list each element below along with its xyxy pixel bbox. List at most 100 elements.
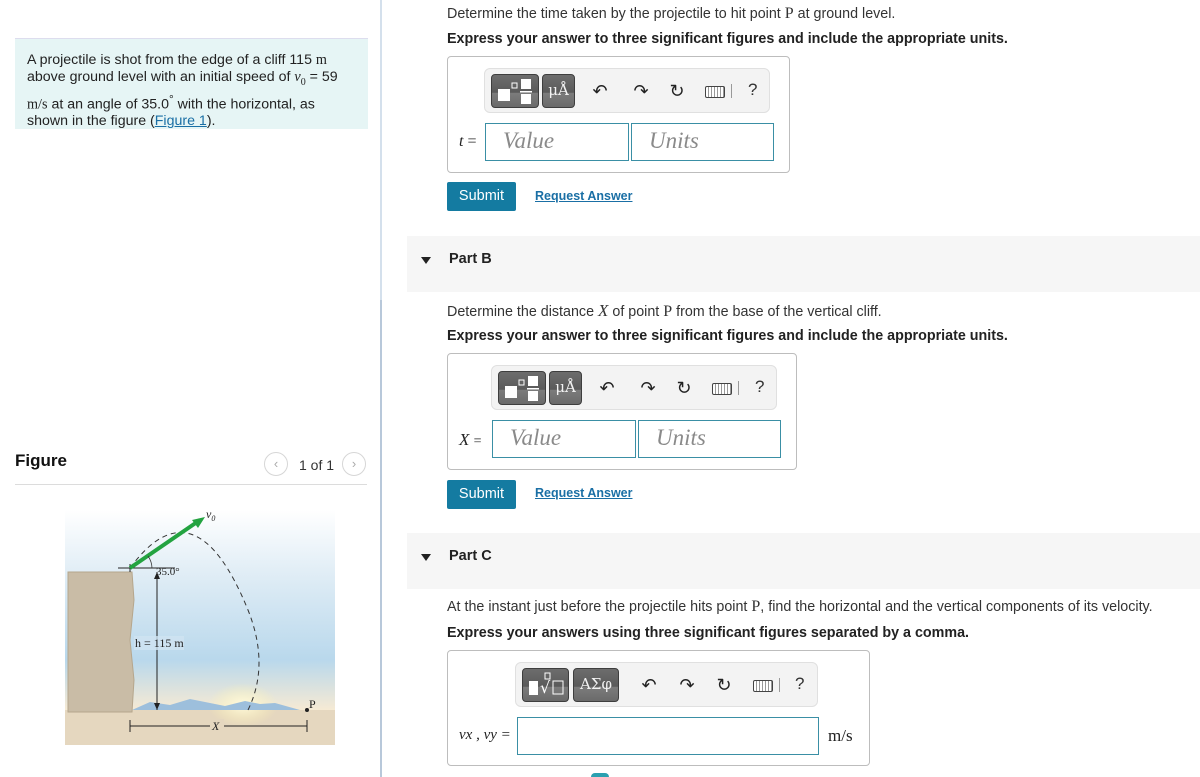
request-answer-link[interactable]: Request Answer [535,486,632,500]
previous-figure-button[interactable]: ‹ [264,452,288,476]
problem-pane: A projectile is shot from the edge of a … [0,0,380,777]
part-b-question: Determine the distance X of point P from… [447,301,882,321]
figure-link[interactable]: Figure 1 [155,113,207,129]
math-toolbar: μÅ ↶ ↷ ↻ ? [484,68,770,113]
keyboard-icon[interactable] [712,383,732,395]
undo-icon[interactable]: ↶ [597,377,617,399]
question-text: Determine the distance [447,304,598,320]
help-icon[interactable]: ? [748,80,757,100]
part-b-answer-box: μÅ ↶ ↷ ↻ ? X = Value Units [447,353,797,470]
v0-label-subscript: 0 [211,514,215,523]
templates-button[interactable] [498,371,546,405]
velocity-unit-label: m/s [828,726,853,745]
mu-angstrom-icon: μÅ [555,378,576,396]
intro-text: ). [206,113,216,130]
point-symbol: P [663,303,673,320]
toolbar-separator [738,381,739,395]
variable-x: X [459,430,470,449]
redo-icon[interactable]: ↷ [677,674,697,696]
velocity-components-input[interactable] [517,717,819,755]
unit-m: m [315,52,327,68]
divider [15,484,367,485]
part-a-question: Determine the time taken by the projecti… [447,5,895,23]
keyboard-icon[interactable] [753,680,773,692]
figure-page-indicator: 1 of 1 [299,457,335,473]
keyboard-icon[interactable] [705,86,725,98]
var-x: X [598,301,609,320]
cliff [67,571,135,713]
value-input[interactable]: Value [492,420,636,458]
math-toolbar: √ ΑΣφ ↶ ↷ ↻ ? [515,662,818,707]
fraction-template-icon [498,79,532,104]
part-a-instruction: Express your answer to three significant… [447,31,1008,47]
reset-icon[interactable]: ↻ [714,674,734,696]
equals-sign: = [473,434,482,449]
math-toolbar: μÅ ↶ ↷ ↻ ? [491,365,777,410]
part-a-answer-box: μÅ ↶ ↷ ↻ ? t = Value Units [447,56,790,173]
equals-sign: = [467,133,477,150]
question-text: at ground level. [793,6,896,22]
units-input[interactable]: Units [638,420,781,458]
intro-text: A projectile is shot from the edge of a … [27,52,316,68]
templates-button[interactable] [491,74,539,108]
units-symbols-button[interactable]: μÅ [549,371,582,405]
point-symbol: P [751,598,761,615]
help-icon[interactable]: ? [795,674,804,694]
collapse-triangle-icon[interactable] [421,554,431,561]
svg-text:√: √ [540,678,551,697]
variable-t: t [459,133,464,150]
problem-statement: A projectile is shot from the edge of a … [15,38,368,129]
fraction-template-icon [505,376,539,401]
questions-pane: Determine the time taken by the projecti… [382,0,1200,777]
submit-button[interactable]: Submit [447,480,516,509]
help-icon[interactable]: ? [755,377,764,397]
request-answer-link[interactable]: Request Answer [535,189,632,203]
intro-text: at an angle of 35.0 [47,96,169,113]
question-text: At the instant just before the projectil… [447,599,752,615]
answer-variable-label: t = [459,133,476,151]
undo-icon[interactable]: ↶ [590,80,610,102]
toolbar-separator [731,84,732,98]
chevron-right-icon: › [351,456,357,471]
ground [65,710,335,745]
toolbar-separator [779,678,780,692]
collapse-triangle-icon[interactable] [421,257,431,264]
part-b-title: Part B [449,251,492,267]
undo-icon[interactable]: ↶ [639,674,659,696]
v0-label: v0 [206,507,215,523]
part-c-instruction: Express your answers using three signifi… [447,625,970,641]
point-p-label: P [309,697,316,711]
scroll-indicator [591,773,609,777]
part-c-answer-box: √ ΑΣφ ↶ ↷ ↻ ? vx , vy = m/s [447,650,870,766]
greek-letters-button[interactable]: ΑΣφ [573,668,619,702]
part-c-header[interactable]: Part C [407,533,1200,589]
next-figure-button[interactable]: › [342,452,366,476]
redo-icon[interactable]: ↷ [638,377,658,399]
question-text: Determine the time taken by the projecti… [447,6,785,22]
templates-button[interactable]: √ [522,668,569,702]
value-input[interactable]: Value [485,123,629,161]
speed-unit: m/s [27,96,48,113]
distance-label: X [211,719,220,733]
redo-icon[interactable]: ↷ [631,80,651,102]
figure-heading: Figure [15,451,67,470]
part-c-question: At the instant just before the projectil… [447,598,1153,616]
answer-variable-label: X = [459,430,482,450]
mu-angstrom-icon: μÅ [548,81,569,99]
projectile-figure: 35.0° v0 h = 115 m P X [65,507,335,745]
height-label: h = 115 m [135,636,184,650]
units-input[interactable]: Units [631,123,774,161]
intro-text: = 59 [305,68,338,85]
reset-icon[interactable]: ↻ [667,80,687,102]
submit-button[interactable]: Submit [447,182,516,211]
angle-label: 35.0° [156,566,180,578]
part-c-title: Part C [449,548,492,564]
part-b-instruction: Express your answer to three significant… [447,328,1008,344]
units-symbols-button[interactable]: μÅ [542,74,575,108]
point-symbol: P [784,5,794,22]
intro-text: above ground level with an initial speed… [27,68,295,85]
chevron-left-icon: ‹ [273,456,279,471]
part-b-header[interactable]: Part B [407,236,1200,292]
greek-symbols-icon: ΑΣφ [580,675,612,693]
reset-icon[interactable]: ↻ [674,377,694,399]
